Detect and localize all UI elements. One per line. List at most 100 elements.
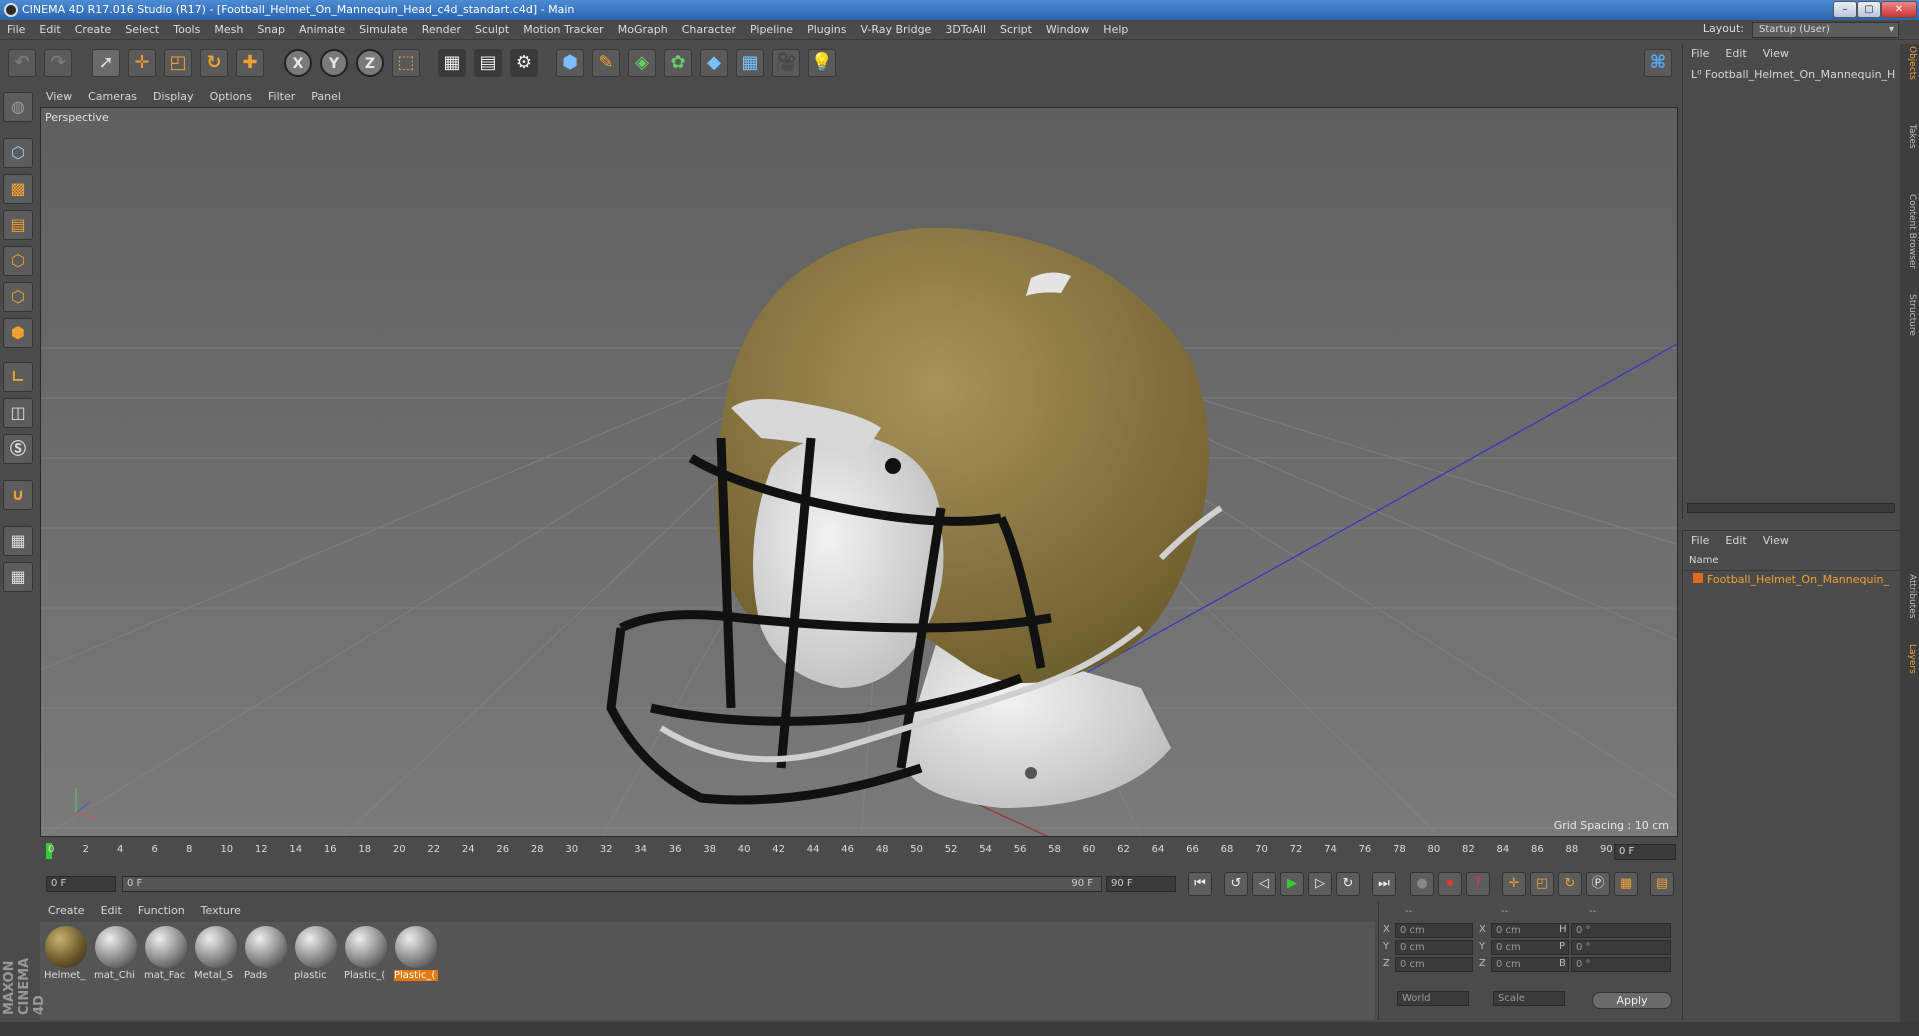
autokey-icon[interactable]: ⏺ [1438, 872, 1462, 896]
viewport-menu-filter[interactable]: Filter [260, 88, 303, 106]
menu-help[interactable]: Help [1096, 20, 1135, 40]
menu-animate[interactable]: Animate [292, 20, 352, 40]
coordinate-space-dropdown[interactable]: World [1397, 991, 1469, 1006]
apply-button[interactable]: Apply [1592, 992, 1672, 1009]
tweak-mode-icon[interactable]: ◫ [3, 398, 33, 428]
minimize-button[interactable]: – [1833, 1, 1857, 18]
key-rotation-icon[interactable]: ↻ [1558, 872, 1582, 896]
play-icon[interactable]: ▶ [1280, 872, 1304, 896]
menu-window[interactable]: Window [1039, 20, 1096, 40]
viewport-menu-display[interactable]: Display [145, 88, 202, 106]
prev-key-icon[interactable]: ↺ [1224, 872, 1248, 896]
light-icon[interactable]: 💡 [808, 49, 836, 77]
snapping-icon[interactable]: Ⓢ [3, 434, 33, 464]
current-frame-field[interactable]: 0 F [1614, 844, 1676, 860]
texture-mode-icon[interactable]: ▩ [3, 174, 33, 204]
material-swatch[interactable]: Pads [244, 926, 288, 986]
render-picture-viewer-icon[interactable]: ▤ [474, 49, 502, 77]
camera-icon[interactable]: 🎥 [772, 49, 800, 77]
edges-mode-icon[interactable]: ⬡ [3, 282, 33, 312]
menu-script[interactable]: Script [993, 20, 1039, 40]
layer-menu-file[interactable]: File [1683, 531, 1717, 551]
lock-workplane-icon[interactable]: ▦ [3, 526, 33, 556]
material-menu-texture[interactable]: Texture [193, 902, 249, 920]
material-swatch[interactable]: Plastic_( [394, 926, 438, 986]
key-parameter-icon[interactable]: Ⓟ [1586, 872, 1610, 896]
perspective-viewport[interactable]: Perspective Grid Spacing : 10 cm [40, 107, 1678, 837]
layout-dropdown[interactable]: Startup (User) ▾ [1752, 22, 1899, 38]
polygons-mode-icon[interactable]: ⬢ [3, 318, 33, 348]
key-scale-icon[interactable]: ◰ [1530, 872, 1554, 896]
material-menu-edit[interactable]: Edit [93, 902, 130, 920]
menu-render[interactable]: Render [415, 20, 468, 40]
menu-mograph[interactable]: MoGraph [611, 20, 675, 40]
goto-start-icon[interactable]: ⏮ [1188, 872, 1212, 896]
coord-b-field[interactable]: 0 cm [1491, 957, 1569, 972]
planar-workplane-icon[interactable]: ▦ [3, 562, 33, 592]
menu-pipeline[interactable]: Pipeline [743, 20, 800, 40]
menu-plugins[interactable]: Plugins [800, 20, 853, 40]
deformer-icon[interactable]: ◆ [700, 49, 728, 77]
close-button[interactable]: ✕ [1881, 1, 1917, 18]
material-swatch[interactable]: mat_Chi [94, 926, 138, 986]
record-keys-icon[interactable]: ● [1410, 872, 1434, 896]
tab-attributes[interactable]: Attributes [1902, 574, 1917, 618]
undo-icon[interactable]: ↶ [8, 49, 36, 77]
python-icon[interactable]: ⌘ [1644, 49, 1672, 77]
viewport-menu-panel[interactable]: Panel [303, 88, 349, 106]
coord-c-field[interactable]: 0 ° [1571, 957, 1671, 972]
z-axis-lock-icon[interactable]: Z [356, 49, 384, 77]
y-axis-lock-icon[interactable]: Y [320, 49, 348, 77]
render-view-icon[interactable]: ▦ [438, 49, 466, 77]
layer-row[interactable]: Football_Helmet_On_Mannequin_ [1683, 571, 1900, 588]
select-cursor-icon[interactable]: ➚ [92, 49, 120, 77]
timeline-ruler[interactable]: 0 2 4 6 8 10 12 14 16 18 20 22 24 26 28 30 32 34 36 38 40 42 4… [40, 841, 1678, 865]
menu-tools[interactable]: Tools [166, 20, 207, 40]
coord-c-field[interactable]: 0 ° [1571, 940, 1671, 955]
material-swatch[interactable]: plastic [294, 926, 338, 986]
timeline-window-icon[interactable]: ▤ [1650, 872, 1674, 896]
render-settings-icon[interactable]: ⚙ [510, 49, 538, 77]
pen-spline-icon[interactable]: ✎ [592, 49, 620, 77]
menu-v-ray-bridge[interactable]: V-Ray Bridge [853, 20, 938, 40]
model-mode-icon[interactable]: ⬡ [3, 138, 33, 168]
tab-content-browser[interactable]: Content Browser [1902, 194, 1917, 269]
transform-icon[interactable]: ✚ [236, 49, 264, 77]
frame-range-slider[interactable]: 0 F 90 F [122, 876, 1102, 892]
redo-icon[interactable]: ↷ [44, 49, 72, 77]
menu-edit[interactable]: Edit [32, 20, 67, 40]
material-swatch[interactable]: Metal_S [194, 926, 238, 986]
start-frame-field[interactable]: 0 F [46, 876, 116, 892]
move-icon[interactable]: ✛ [128, 49, 156, 77]
menu-character[interactable]: Character [675, 20, 743, 40]
coord-a-field[interactable]: 0 cm [1395, 923, 1473, 938]
x-axis-lock-icon[interactable]: X [284, 49, 312, 77]
key-position-icon[interactable]: ✛ [1502, 872, 1526, 896]
menu-file[interactable]: File [0, 20, 32, 40]
material-menu-create[interactable]: Create [40, 902, 93, 920]
menu-3dtoall[interactable]: 3DToAll [938, 20, 993, 40]
material-menu-function[interactable]: Function [130, 902, 193, 920]
viewport-menu-cameras[interactable]: Cameras [80, 88, 145, 106]
next-frame-icon[interactable]: ▷ [1308, 872, 1332, 896]
floor-icon[interactable]: ▦ [736, 49, 764, 77]
object-menu-file[interactable]: File [1683, 44, 1717, 64]
prev-frame-icon[interactable]: ◁ [1252, 872, 1276, 896]
tab-layers[interactable]: Layers [1902, 644, 1917, 674]
cube-primitive-icon[interactable]: ⬢ [556, 49, 584, 77]
coord-c-field[interactable]: 0 ° [1571, 923, 1671, 938]
coord-a-field[interactable]: 0 cm [1395, 940, 1473, 955]
maximize-button[interactable]: ▢ [1857, 1, 1881, 18]
object-row[interactable]: L⁰ Football_Helmet_On_Mannequin_H [1683, 64, 1900, 81]
make-editable-icon[interactable]: ◍ [3, 92, 33, 122]
tab-structure[interactable]: Structure [1902, 294, 1917, 336]
viewport-menu-options[interactable]: Options [202, 88, 260, 106]
material-swatch[interactable]: Helmet_ [44, 926, 88, 986]
tab-takes[interactable]: Takes [1902, 124, 1917, 149]
scale-icon[interactable]: ◰ [164, 49, 192, 77]
axis-mode-icon[interactable]: ∟ [3, 362, 33, 392]
rotate-icon[interactable]: ↻ [200, 49, 228, 77]
menu-mesh[interactable]: Mesh [207, 20, 250, 40]
object-menu-view[interactable]: View [1755, 44, 1797, 64]
object-manager-scrollbar[interactable] [1687, 503, 1895, 513]
